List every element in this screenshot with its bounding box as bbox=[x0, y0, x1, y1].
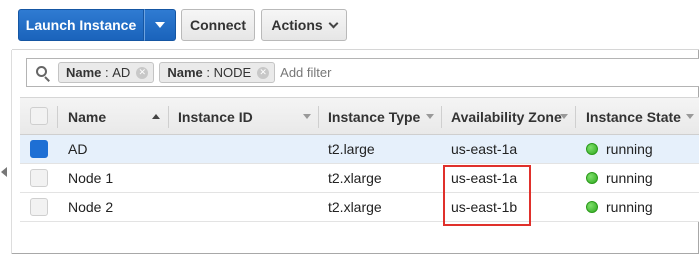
instance-state: running bbox=[586, 164, 653, 192]
instance-state: running bbox=[586, 135, 653, 163]
instance-name: Node 2 bbox=[68, 199, 114, 215]
sort-icon[interactable] bbox=[686, 114, 694, 119]
column-header-availability-zone[interactable]: Availability Zone bbox=[451, 98, 562, 135]
instances-table: Name Instance ID Instance Type Availabil… bbox=[20, 97, 699, 222]
instance-state-label: running bbox=[606, 141, 653, 157]
instance-state: running bbox=[586, 193, 653, 221]
filter-chip-key: Name bbox=[66, 65, 102, 80]
filter-chip-value: NODE bbox=[213, 65, 252, 80]
filter-bar: Name : AD ✕ Name : NODE ✕ bbox=[26, 58, 699, 87]
column-header-instance-state[interactable]: Instance State bbox=[586, 98, 681, 135]
caret-down-icon bbox=[155, 22, 165, 28]
running-status-icon bbox=[586, 172, 598, 184]
filter-chip-name-node[interactable]: Name : NODE ✕ bbox=[159, 62, 276, 83]
connect-button[interactable]: Connect bbox=[181, 9, 255, 41]
instance-name: AD bbox=[68, 141, 88, 157]
connect-label: Connect bbox=[190, 17, 246, 33]
column-header-instance-id[interactable]: Instance ID bbox=[178, 98, 253, 135]
collapse-arrow-icon bbox=[1, 167, 7, 177]
instance-type: t2.large bbox=[328, 141, 375, 157]
remove-filter-icon[interactable]: ✕ bbox=[136, 66, 149, 79]
table-header: Name Instance ID Instance Type Availabil… bbox=[20, 97, 699, 135]
column-divider bbox=[575, 106, 576, 128]
running-status-icon bbox=[586, 201, 598, 213]
availability-zone: us-east-1a bbox=[451, 170, 518, 186]
instance-type: t2.xlarge bbox=[328, 199, 382, 215]
filter-chip-key: Name bbox=[167, 65, 203, 80]
launch-instance-dropdown-button[interactable] bbox=[144, 9, 176, 41]
sort-icon[interactable] bbox=[560, 114, 568, 119]
chevron-down-icon bbox=[328, 18, 339, 28]
instance-state-label: running bbox=[606, 170, 653, 186]
actions-label: Actions bbox=[271, 17, 323, 33]
instance-type: t2.xlarge bbox=[328, 170, 382, 186]
availability-zone: us-east-1a bbox=[451, 141, 518, 157]
row-checkbox[interactable] bbox=[30, 198, 48, 216]
sort-icon[interactable] bbox=[426, 114, 434, 119]
column-divider bbox=[168, 106, 169, 128]
search-icon bbox=[35, 65, 51, 82]
toolbar: Launch Instance Connect Actions bbox=[0, 0, 699, 50]
column-divider bbox=[57, 106, 58, 128]
side-panel-toggle[interactable] bbox=[0, 50, 12, 254]
remove-filter-icon[interactable]: ✕ bbox=[257, 66, 270, 79]
column-header-name[interactable]: Name bbox=[68, 98, 106, 135]
table-row[interactable]: Node 1 t2.xlarge us-east-1a running bbox=[20, 164, 699, 193]
add-filter-input[interactable] bbox=[280, 65, 481, 80]
filter-chip-name-ad[interactable]: Name : AD ✕ bbox=[58, 62, 155, 83]
table-row[interactable]: AD t2.large us-east-1a running bbox=[20, 135, 699, 164]
filter-chip-value: AD bbox=[112, 65, 131, 80]
row-checkbox[interactable] bbox=[30, 140, 48, 158]
select-all-checkbox[interactable] bbox=[30, 107, 48, 125]
launch-instance-button[interactable]: Launch Instance bbox=[18, 9, 144, 41]
instance-state-label: running bbox=[606, 199, 653, 215]
column-divider bbox=[318, 106, 319, 128]
column-header-instance-type[interactable]: Instance Type bbox=[328, 98, 420, 135]
running-status-icon bbox=[586, 143, 598, 155]
sort-ascending-icon[interactable] bbox=[152, 114, 160, 119]
sort-icon[interactable] bbox=[303, 114, 311, 119]
column-divider bbox=[441, 106, 442, 128]
instance-name: Node 1 bbox=[68, 170, 114, 186]
availability-zone: us-east-1b bbox=[451, 199, 518, 215]
toolbar-divider bbox=[12, 49, 699, 50]
actions-button[interactable]: Actions bbox=[261, 9, 347, 41]
table-row[interactable]: Node 2 t2.xlarge us-east-1b running bbox=[20, 193, 699, 222]
row-checkbox[interactable] bbox=[30, 169, 48, 187]
